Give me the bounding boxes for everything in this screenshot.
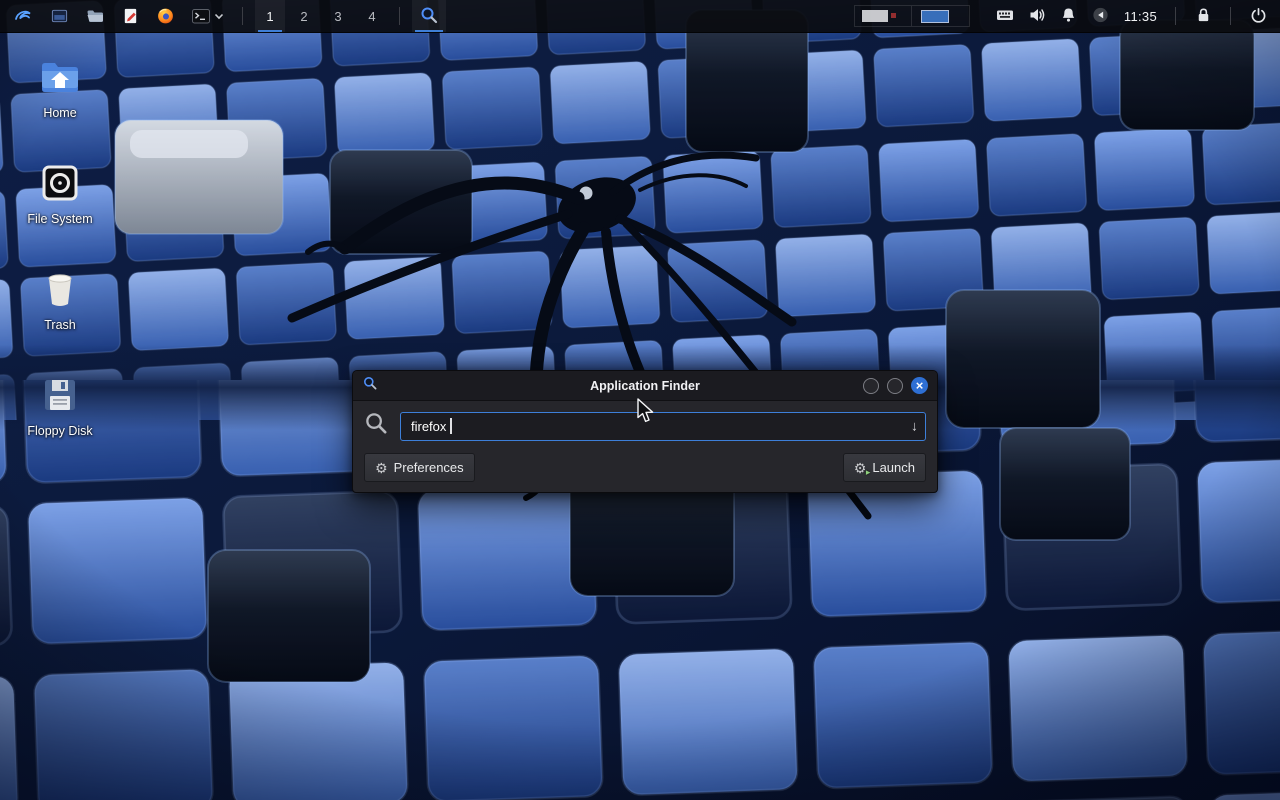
chevron-down-icon — [214, 6, 224, 26]
show-desktop-icon — [50, 6, 69, 26]
lock-icon — [1194, 5, 1213, 28]
clock[interactable]: 11:35 — [1120, 9, 1161, 24]
window-icon — [362, 375, 378, 396]
panel-separator — [1230, 7, 1231, 25]
maximize-button[interactable] — [887, 378, 903, 394]
launch-button[interactable]: ⚙▸ Launch — [843, 453, 926, 482]
workspace-1-button[interactable]: 1 — [255, 0, 285, 32]
desktop-icon-list: Home File System Trash — [12, 54, 108, 438]
pager-cell[interactable] — [854, 5, 912, 27]
preferences-button-label: Preferences — [394, 460, 464, 475]
kali-logo-icon — [13, 6, 34, 26]
logout-button[interactable] — [1245, 0, 1271, 32]
desktop-icon-home[interactable]: Home — [12, 54, 108, 120]
desktop-icon-label: Trash — [44, 318, 76, 332]
close-button[interactable]: × — [911, 377, 928, 394]
pager-cell[interactable] — [912, 5, 970, 27]
search-input[interactable]: firefox ↓ — [400, 412, 926, 441]
text-editor-launcher[interactable] — [115, 0, 146, 32]
status-menu[interactable] — [1088, 0, 1114, 32]
search-input-value: firefox — [411, 419, 446, 434]
top-panel: 1 2 3 4 — [0, 0, 1280, 33]
minimize-button[interactable] — [863, 378, 879, 394]
lock-screen-button[interactable] — [1190, 0, 1216, 32]
show-desktop-button[interactable] — [44, 0, 75, 32]
volume-control[interactable] — [1024, 0, 1050, 32]
floppy-disk-icon — [37, 372, 83, 418]
desktop-icon-trash[interactable]: Trash — [12, 266, 108, 332]
bell-icon — [1059, 5, 1078, 28]
drive-icon — [37, 160, 83, 206]
preferences-button[interactable]: ⚙ Preferences — [364, 453, 475, 482]
dropdown-arrow-icon[interactable]: ↓ — [911, 418, 918, 434]
desktop-icon-floppy-disk[interactable]: Floppy Disk — [12, 372, 108, 438]
volume-icon — [1027, 5, 1047, 28]
workspace-pager-preview[interactable] — [854, 5, 970, 27]
trash-icon — [37, 266, 83, 312]
gear-icon: ⚙ — [375, 461, 388, 475]
firefox-icon — [156, 6, 175, 26]
launch-button-label: Launch — [872, 460, 915, 475]
application-finder-icon — [419, 5, 439, 28]
panel-separator — [1175, 7, 1176, 25]
file-manager-launcher[interactable] — [79, 0, 111, 32]
desktop-icon-label: File System — [27, 212, 92, 226]
desktop-icon-label: Floppy Disk — [27, 424, 92, 438]
kali-menu-button[interactable] — [7, 0, 40, 32]
workspace-3-button[interactable]: 3 — [323, 0, 353, 32]
home-folder-icon — [37, 54, 83, 100]
workspace-2-button[interactable]: 2 — [289, 0, 319, 32]
keyboard-indicator[interactable] — [992, 0, 1018, 32]
keyboard-icon — [995, 5, 1015, 28]
notifications-control[interactable] — [1056, 0, 1082, 32]
search-icon — [364, 411, 389, 441]
folder-icon — [85, 6, 105, 26]
taskbar-application-finder-button[interactable] — [412, 0, 446, 32]
workspace-4-button[interactable]: 4 — [357, 0, 387, 32]
application-finder-window: Application Finder × firefox ↓ ⚙ — [352, 370, 938, 493]
text-editor-icon — [121, 6, 140, 26]
terminal-icon — [191, 6, 211, 26]
network-status-icon — [1091, 5, 1110, 28]
text-caret — [450, 418, 452, 434]
desktop-icon-file-system[interactable]: File System — [12, 160, 108, 226]
panel-separator — [242, 7, 243, 25]
close-icon: × — [916, 379, 924, 392]
window-title: Application Finder — [353, 379, 937, 393]
power-icon — [1249, 5, 1268, 28]
terminal-launcher[interactable] — [185, 0, 230, 32]
run-icon: ⚙▸ — [854, 461, 867, 475]
panel-separator — [399, 7, 400, 25]
desktop-icon-label: Home — [43, 106, 76, 120]
window-titlebar[interactable]: Application Finder × — [353, 371, 937, 401]
desktop[interactable]: 1 2 3 4 — [0, 0, 1280, 800]
firefox-launcher[interactable] — [150, 0, 181, 32]
